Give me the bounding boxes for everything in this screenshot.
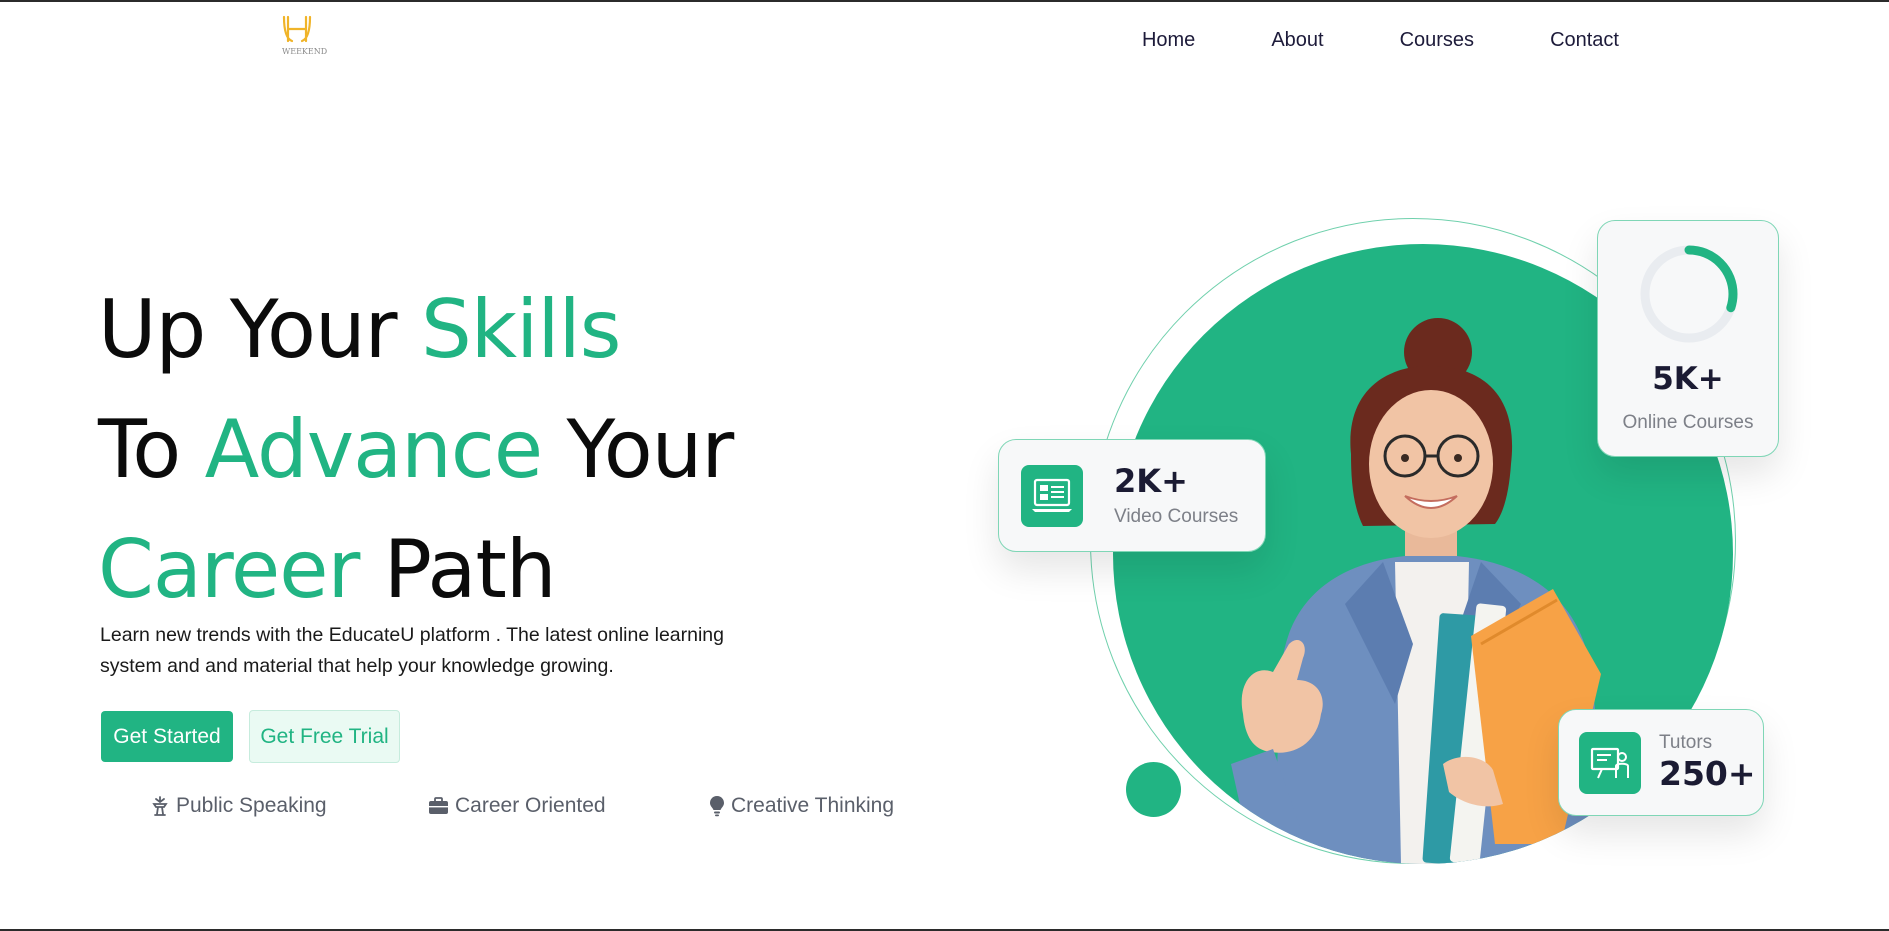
tutors-count: 250+ <box>1659 754 1756 793</box>
get-free-trial-button[interactable]: Get Free Trial <box>249 710 400 763</box>
headline-text: Up Your <box>98 283 421 376</box>
feature-list: Public Speaking Career Oriented Creative… <box>0 794 1000 824</box>
hero-description: Learn new trends with the EducateU platf… <box>100 624 724 677</box>
video-course-icon <box>1021 465 1083 527</box>
logo-text: WEEKEND <box>282 47 328 56</box>
logo-mark-icon <box>282 15 312 43</box>
feature-label: Public Speaking <box>176 794 327 817</box>
nav-home[interactable]: Home <box>1142 26 1195 54</box>
monitor-icon <box>1032 478 1072 512</box>
feature-label: Career Oriented <box>455 794 606 817</box>
lightbulb-icon <box>710 796 724 817</box>
tutors-label: Tutors <box>1659 732 1713 753</box>
podium-icon <box>152 796 168 816</box>
nav-courses[interactable]: Courses <box>1400 26 1474 54</box>
headline-highlight: Career <box>98 523 360 616</box>
video-courses-card: 2K+ Video Courses <box>998 439 1266 552</box>
window-top-border <box>0 0 1889 2</box>
nav-contact[interactable]: Contact <box>1550 26 1619 54</box>
headline-line-2: To Advance Your <box>98 390 734 510</box>
progress-ring <box>1640 245 1738 343</box>
teacher-board-icon <box>1590 747 1629 779</box>
decorative-dot <box>1126 762 1181 817</box>
get-started-button[interactable]: Get Started <box>101 711 233 762</box>
feature-label: Creative Thinking <box>731 794 895 817</box>
headline-line-1: Up Your Skills <box>98 270 733 390</box>
headline-text: To <box>98 403 205 496</box>
hero-headline: Up Your Skills To Advance Your Career Pa… <box>98 270 734 630</box>
briefcase-icon <box>429 797 448 814</box>
online-courses-label: Online Courses <box>1622 412 1754 433</box>
headline-highlight: Skills <box>420 283 621 376</box>
online-courses-count: 5K+ <box>1652 361 1724 397</box>
headline-highlight: Advance <box>204 403 543 496</box>
tutor-icon <box>1579 732 1641 794</box>
headline-text: Path <box>359 523 557 616</box>
video-courses-count: 2K+ <box>1114 462 1188 500</box>
logo[interactable]: WEEKEND <box>280 14 334 60</box>
online-courses-card: 5K+ Online Courses <box>1597 220 1779 457</box>
feature-public-speaking: Public Speaking <box>150 794 327 818</box>
main-nav: Home About Courses Contact <box>1142 26 1619 54</box>
feature-creative-thinking: Creative Thinking <box>709 794 894 818</box>
headline-text: Your <box>542 403 734 496</box>
tutors-card: Tutors 250+ <box>1558 709 1764 816</box>
feature-career-oriented: Career Oriented <box>428 794 606 818</box>
headline-line-3: Career Path <box>98 510 733 630</box>
video-courses-label: Video Courses <box>1114 506 1239 527</box>
nav-about[interactable]: About <box>1271 26 1323 54</box>
